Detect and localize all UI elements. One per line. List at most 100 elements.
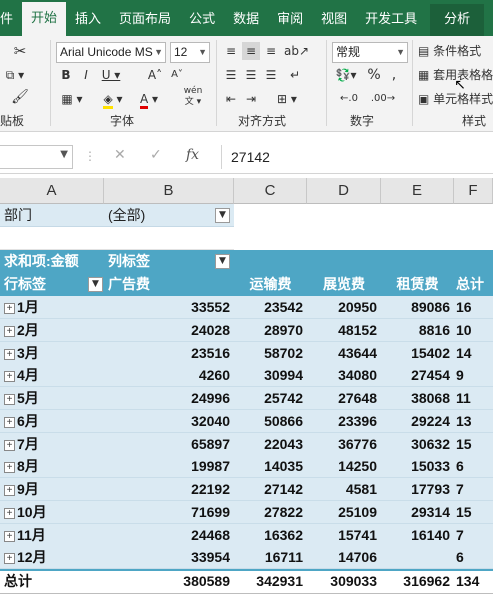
row-label[interactable]: +8月 bbox=[0, 455, 104, 478]
tab-view[interactable]: 视图 bbox=[312, 4, 356, 36]
tab-insert[interactable]: 插入 bbox=[66, 4, 110, 36]
table-cell[interactable]: 4581 bbox=[307, 478, 381, 501]
table-cell[interactable]: 48152 bbox=[307, 319, 381, 342]
table-cell[interactable]: 33552 bbox=[104, 296, 234, 319]
table-cell[interactable]: 38068 bbox=[381, 387, 454, 410]
row-label[interactable]: +3月 bbox=[0, 342, 104, 365]
table-cell[interactable]: 16 bbox=[454, 296, 493, 319]
expand-icon[interactable]: + bbox=[4, 302, 15, 314]
phonetic-icon[interactable]: wén 文 ▾ bbox=[176, 86, 210, 108]
table-cell[interactable]: 23542 bbox=[234, 296, 307, 319]
table-cell[interactable]: 29224 bbox=[381, 410, 454, 433]
tab-file[interactable]: 件 bbox=[0, 4, 22, 36]
table-cell[interactable]: 19987 bbox=[104, 455, 234, 478]
column-labels-dropdown-button[interactable]: ▼ bbox=[215, 254, 230, 269]
font-size-select[interactable]: 12 ▼ bbox=[170, 42, 210, 63]
expand-icon[interactable]: + bbox=[4, 507, 15, 519]
table-cell[interactable]: 25742 bbox=[234, 387, 307, 410]
column-header-d[interactable]: D bbox=[307, 178, 381, 204]
row-label[interactable]: +10月 bbox=[0, 501, 104, 524]
align-right-icon[interactable]: ☰ bbox=[262, 66, 280, 84]
row-label[interactable]: +12月 bbox=[0, 546, 104, 569]
table-cell[interactable]: 43644 bbox=[307, 342, 381, 365]
table-cell[interactable]: 50866 bbox=[234, 410, 307, 433]
underline-icon[interactable]: U ▾ bbox=[98, 66, 124, 84]
table-cell[interactable]: 14035 bbox=[234, 455, 307, 478]
format-painter-icon[interactable]: 🖌 bbox=[10, 88, 30, 106]
table-cell[interactable]: 6 bbox=[454, 546, 493, 569]
row-label[interactable]: +4月 bbox=[0, 364, 104, 387]
wrap-text-icon[interactable]: ↵ bbox=[284, 66, 306, 84]
table-cell[interactable]: 24996 bbox=[104, 387, 234, 410]
table-cell[interactable]: 28970 bbox=[234, 319, 307, 342]
table-cell[interactable]: 14706 bbox=[307, 546, 381, 569]
table-cell[interactable]: 22043 bbox=[234, 433, 307, 456]
expand-icon[interactable]: + bbox=[4, 552, 15, 564]
table-cell[interactable]: 24028 bbox=[104, 319, 234, 342]
italic-icon[interactable]: I bbox=[78, 66, 94, 84]
expand-icon[interactable]: + bbox=[4, 416, 15, 428]
table-cell[interactable]: 27648 bbox=[307, 387, 381, 410]
column-header-f[interactable]: F bbox=[454, 178, 493, 204]
expand-icon[interactable]: + bbox=[4, 530, 15, 542]
table-cell[interactable]: 14250 bbox=[307, 455, 381, 478]
row-label[interactable]: +6月 bbox=[0, 410, 104, 433]
align-middle-icon[interactable]: ≡ bbox=[242, 42, 260, 60]
cut-icon[interactable]: ✂ bbox=[10, 42, 30, 60]
table-cell[interactable]: 27454 bbox=[381, 364, 454, 387]
cancel-icon[interactable]: ✕ bbox=[114, 147, 126, 163]
row-label[interactable]: +9月 bbox=[0, 478, 104, 501]
table-cell[interactable]: 33954 bbox=[104, 546, 234, 569]
table-cell[interactable]: 14 bbox=[454, 342, 493, 365]
conditional-format-button[interactable]: ▤ 条件格式 bbox=[418, 42, 493, 60]
table-cell[interactable]: 16140 bbox=[381, 524, 454, 547]
table-cell[interactable]: 65897 bbox=[104, 433, 234, 456]
table-cell[interactable]: 6 bbox=[454, 455, 493, 478]
table-cell[interactable]: 34080 bbox=[307, 364, 381, 387]
table-cell[interactable]: 20950 bbox=[307, 296, 381, 319]
expand-icon[interactable]: + bbox=[4, 370, 15, 382]
tab-home[interactable]: 开始 bbox=[22, 2, 67, 36]
table-cell[interactable]: 32040 bbox=[104, 410, 234, 433]
row-labels-dropdown-button[interactable]: ▼ bbox=[88, 277, 103, 292]
tab-page-layout[interactable]: 页面布局 bbox=[110, 4, 180, 36]
table-cell[interactable]: 9 bbox=[454, 364, 493, 387]
table-cell[interactable]: 58702 bbox=[234, 342, 307, 365]
row-label[interactable]: +1月 bbox=[0, 296, 104, 319]
column-header-b[interactable]: B bbox=[104, 178, 234, 204]
tab-analyze[interactable]: 分析 bbox=[430, 4, 485, 36]
expand-icon[interactable]: + bbox=[4, 393, 15, 405]
merge-cells-icon[interactable]: ⊞ ▾ bbox=[270, 90, 304, 108]
bold-icon[interactable]: B bbox=[58, 66, 74, 84]
column-header-c[interactable]: C bbox=[234, 178, 307, 204]
accounting-format-icon[interactable]: 💱▾ bbox=[332, 66, 360, 84]
table-cell[interactable]: 7 bbox=[454, 524, 493, 547]
insert-function-icon[interactable]: fx bbox=[186, 147, 199, 163]
borders-icon[interactable]: ▦ ▾ bbox=[58, 90, 86, 108]
tab-review[interactable]: 审阅 bbox=[268, 4, 312, 36]
table-cell[interactable]: 11 bbox=[454, 387, 493, 410]
align-center-icon[interactable]: ☰ bbox=[242, 66, 260, 84]
row-label[interactable]: +7月 bbox=[0, 433, 104, 456]
enter-icon[interactable]: ✓ bbox=[150, 147, 162, 163]
orientation-icon[interactable]: ab↗ bbox=[284, 42, 309, 60]
table-cell[interactable]: 15 bbox=[454, 501, 493, 524]
expand-icon[interactable]: + bbox=[4, 439, 15, 451]
table-cell[interactable]: 89086 bbox=[381, 296, 454, 319]
tab-developer[interactable]: 开发工具 bbox=[356, 4, 426, 36]
table-cell[interactable]: 15 bbox=[454, 433, 493, 456]
decrease-indent-icon[interactable]: ⇤ bbox=[222, 90, 240, 108]
grow-font-icon[interactable]: A˄ bbox=[146, 66, 164, 84]
table-cell[interactable]: 13 bbox=[454, 410, 493, 433]
table-cell[interactable]: 25109 bbox=[307, 501, 381, 524]
table-cell[interactable]: 4260 bbox=[104, 364, 234, 387]
expand-icon[interactable]: + bbox=[4, 461, 15, 473]
expand-icon[interactable]: + bbox=[4, 348, 15, 360]
row-label[interactable]: +11月 bbox=[0, 524, 104, 547]
table-cell[interactable]: 15033 bbox=[381, 455, 454, 478]
align-top-icon[interactable]: ≡ bbox=[222, 42, 240, 60]
formula-input[interactable]: 27142 bbox=[221, 145, 493, 169]
table-cell[interactable]: 36776 bbox=[307, 433, 381, 456]
table-cell[interactable]: 30994 bbox=[234, 364, 307, 387]
table-cell[interactable]: 23396 bbox=[307, 410, 381, 433]
